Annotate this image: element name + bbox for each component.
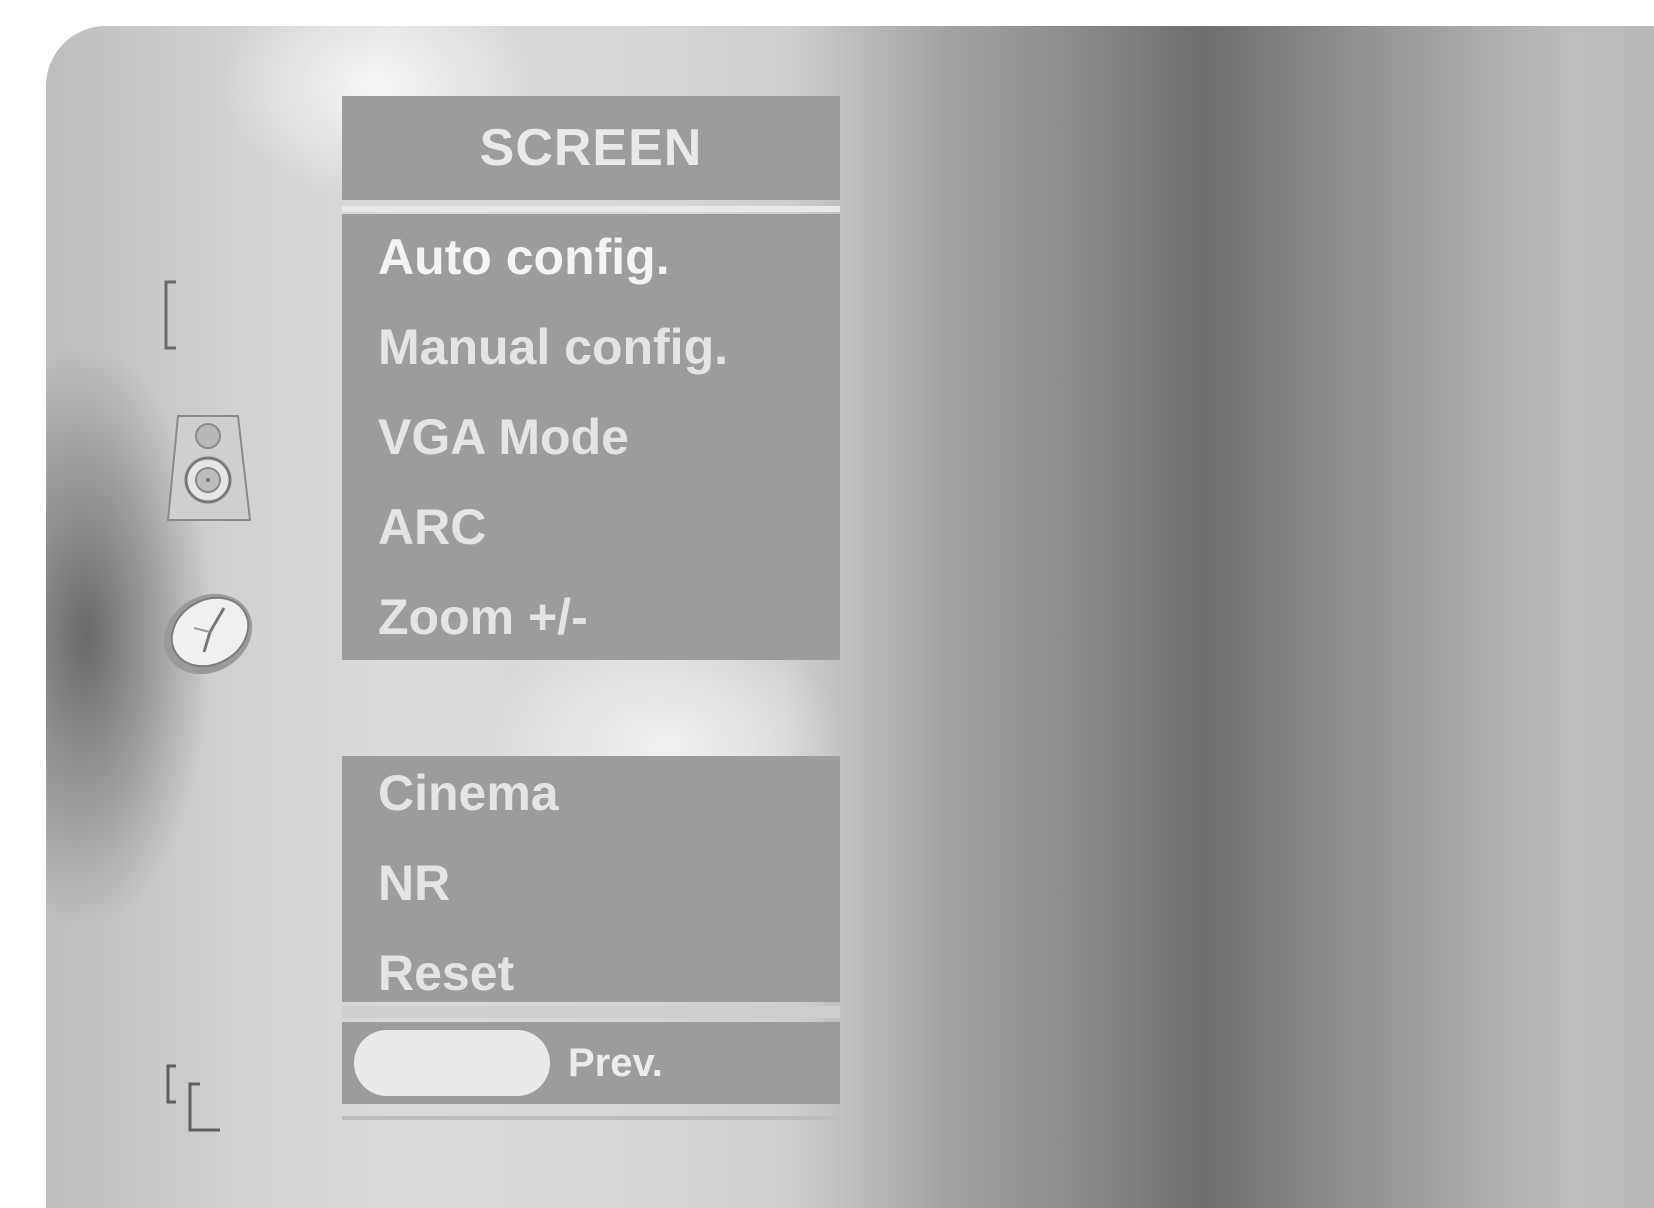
menu-title-bar: SCREEN bbox=[342, 96, 840, 200]
menu-item-arc[interactable]: ARC bbox=[378, 498, 486, 556]
menu-item-zoom[interactable]: Zoom +/- bbox=[378, 588, 588, 646]
menu-list-top: Auto config. Manual config. VGA Mode ARC… bbox=[342, 214, 840, 660]
menu-item-nr[interactable]: NR bbox=[378, 854, 450, 912]
prev-label: Prev. bbox=[568, 1041, 663, 1085]
bottom-separator bbox=[342, 1006, 840, 1018]
screen-bracket-icon[interactable] bbox=[158, 278, 188, 354]
osd-menu-background: SCREEN Auto config. Manual config. VGA M… bbox=[46, 26, 1654, 1208]
menu-item-manual-config[interactable]: Manual config. bbox=[378, 318, 728, 376]
menu-list-bottom: Cinema NR Reset bbox=[342, 756, 840, 1002]
menu-item-cinema[interactable]: Cinema bbox=[378, 764, 559, 822]
title-separator bbox=[342, 206, 840, 212]
speaker-icon[interactable] bbox=[166, 414, 252, 524]
menu-item-reset[interactable]: Reset bbox=[378, 944, 514, 1002]
prev-bar: Prev. bbox=[342, 1022, 840, 1104]
special-bracket-icon[interactable] bbox=[164, 1062, 226, 1138]
menu-item-auto-config[interactable]: Auto config. bbox=[378, 228, 670, 286]
prev-button[interactable] bbox=[354, 1030, 550, 1096]
menu-item-vga-mode[interactable]: VGA Mode bbox=[378, 408, 629, 466]
footer-line bbox=[342, 1116, 840, 1120]
menu-title: SCREEN bbox=[479, 119, 703, 177]
clock-icon[interactable] bbox=[158, 588, 258, 680]
